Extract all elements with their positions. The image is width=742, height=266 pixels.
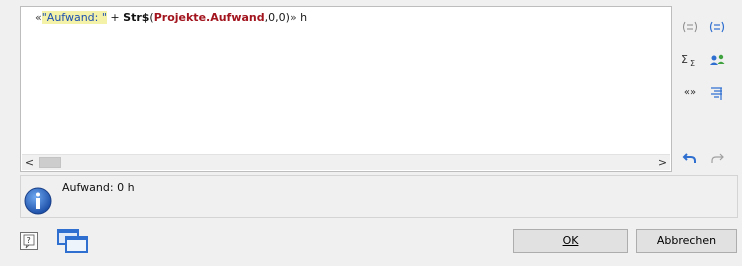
help-button[interactable]: ? <box>20 232 38 250</box>
help-icon: ? <box>23 234 35 249</box>
windows-icon <box>57 229 88 253</box>
filter-icon[interactable] <box>706 83 728 103</box>
fields-insert-icon[interactable] <box>706 17 728 37</box>
formula-field: Projekte.Aufwand <box>153 11 265 24</box>
redo-icon[interactable] <box>706 148 728 168</box>
info-icon <box>24 187 52 215</box>
ok-button[interactable]: OK <box>513 229 628 253</box>
svg-text:Σ: Σ <box>681 53 688 66</box>
formula-string-literal: "Aufwand: " <box>41 11 107 24</box>
undo-icon[interactable] <box>679 148 701 168</box>
result-text: Aufwand: 0 h <box>62 181 135 194</box>
cancel-button[interactable]: Abbrechen <box>636 229 737 253</box>
formula-editor[interactable]: «"Aufwand: " + Str$(Projekte.Aufwand,0,0… <box>20 6 672 172</box>
formula-suffix: h <box>296 11 308 24</box>
scroll-thumb[interactable] <box>39 157 61 168</box>
users-icon[interactable] <box>706 50 728 70</box>
svg-text:?: ? <box>27 236 31 245</box>
result-panel: Aufwand: 0 h <box>20 175 738 218</box>
scroll-left-button[interactable]: < <box>22 155 37 170</box>
scroll-right-button[interactable]: > <box>655 155 670 170</box>
formula-close-quote: » <box>289 11 297 24</box>
formula-operator: + <box>106 11 124 24</box>
fields-icon[interactable] <box>679 17 701 37</box>
formula-args: ,0,0) <box>264 11 290 24</box>
ok-button-label: OK <box>562 234 579 247</box>
formula-open-quote: « <box>35 11 42 24</box>
windows-button[interactable] <box>55 227 91 255</box>
sum-icon[interactable]: Σ Σ <box>679 50 701 70</box>
svg-text:Σ: Σ <box>690 59 695 67</box>
horizontal-scrollbar[interactable]: < > <box>22 154 670 170</box>
formula-function: Str$ <box>123 11 150 24</box>
formula-text[interactable]: «"Aufwand: " + Str$(Projekte.Aufwand,0,0… <box>35 11 307 25</box>
quote-icon[interactable]: «» <box>679 83 701 103</box>
